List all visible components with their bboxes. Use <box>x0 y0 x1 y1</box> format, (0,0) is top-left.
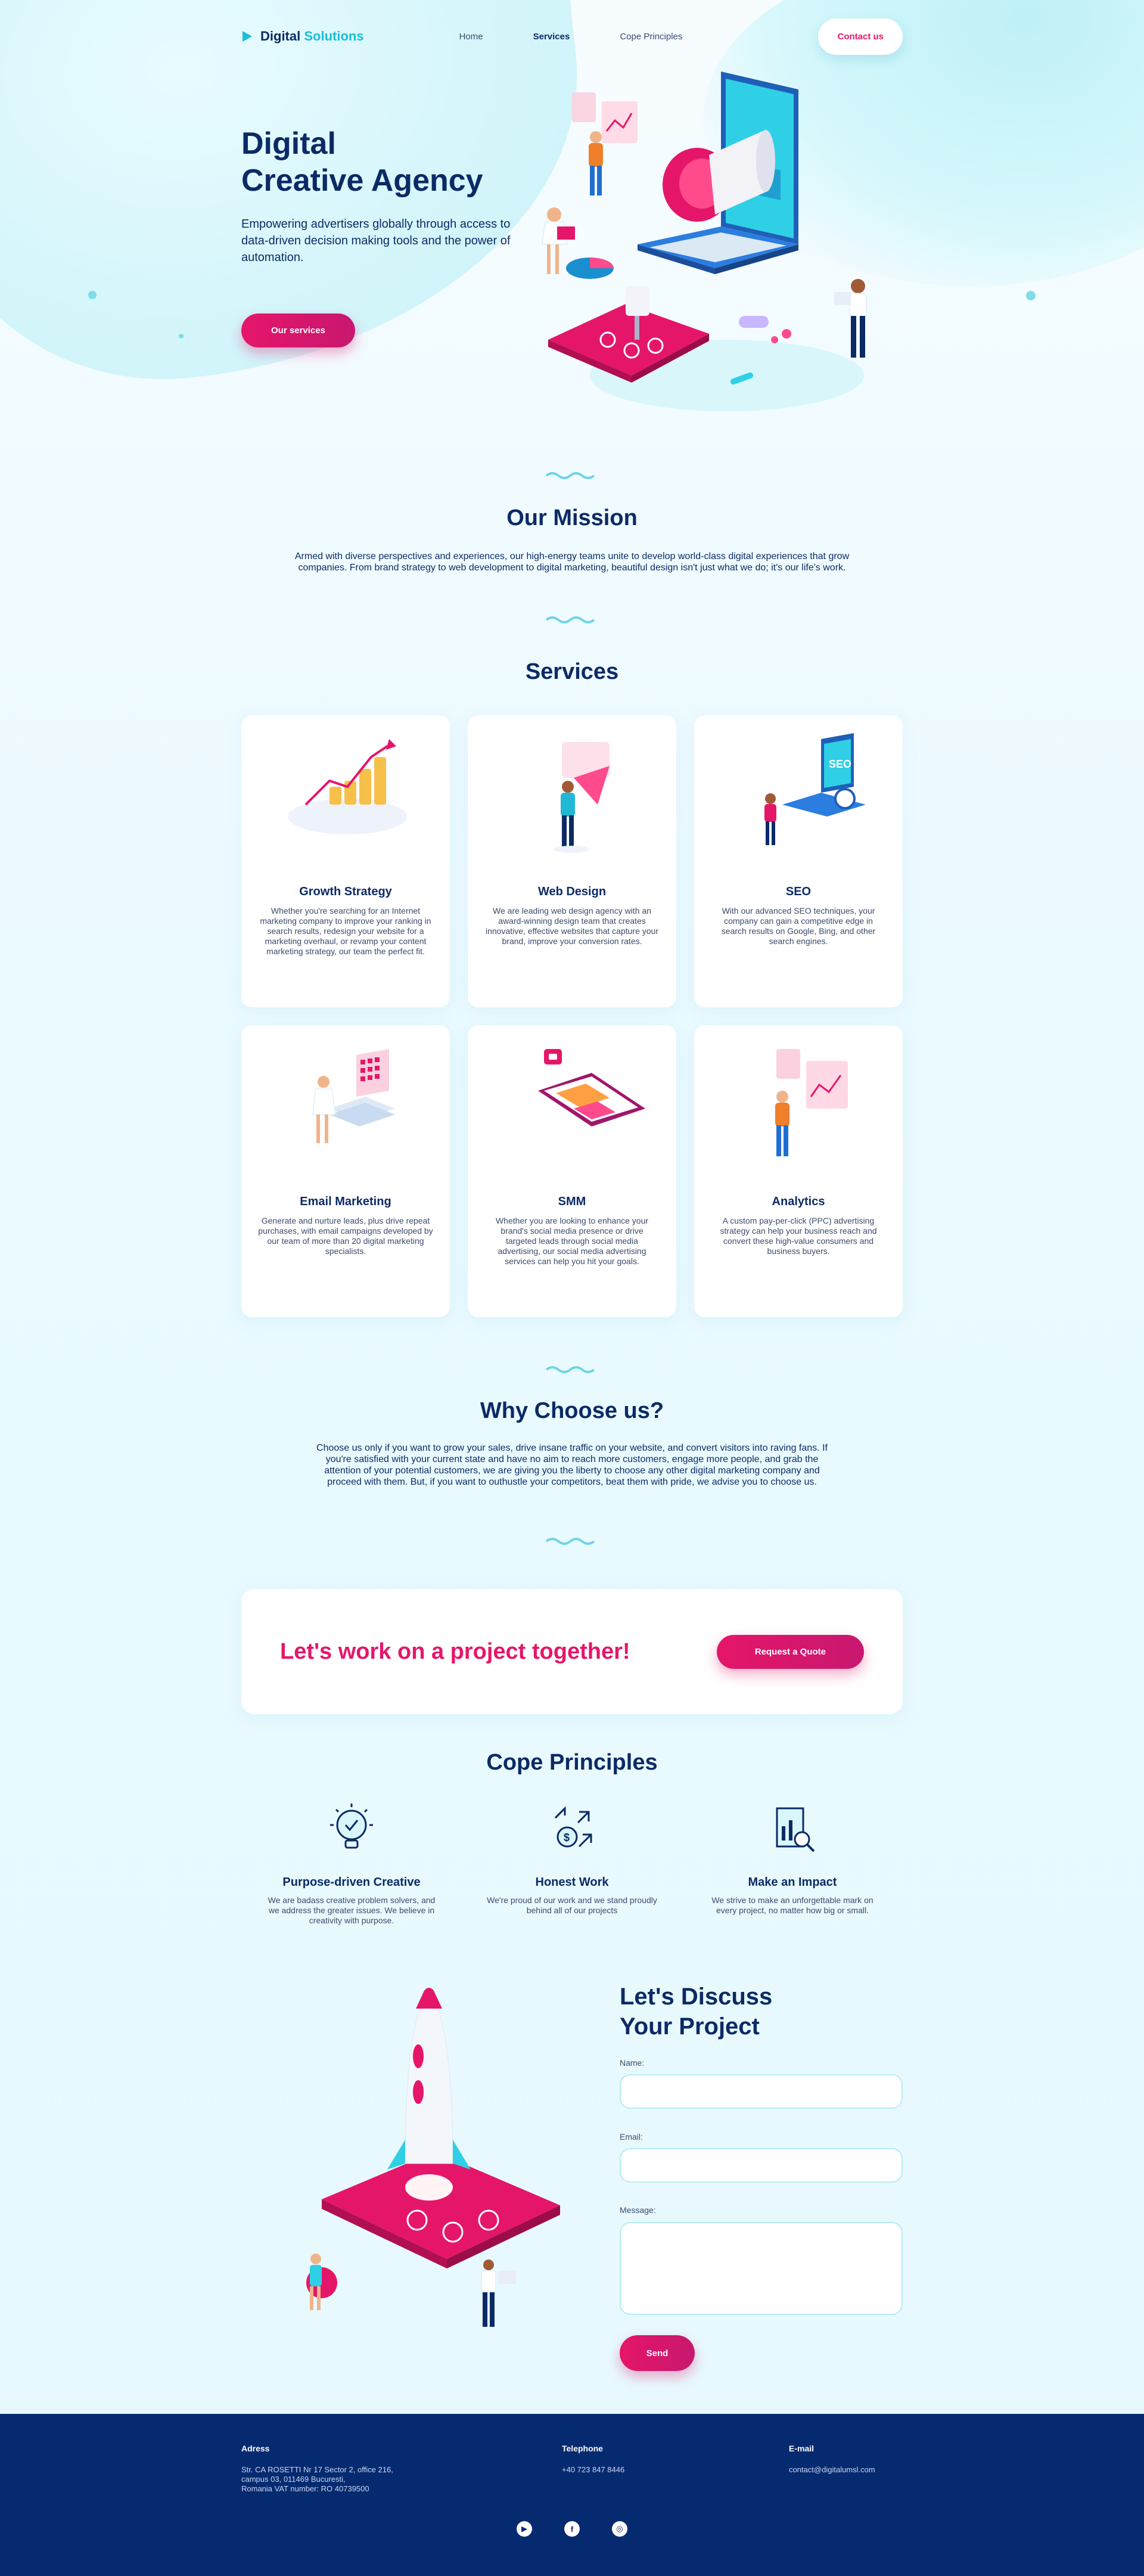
decor-dot <box>179 334 184 339</box>
facebook-icon[interactable]: f <box>564 2521 580 2537</box>
wave-divider <box>545 616 595 623</box>
why-title: Why Choose us? <box>480 1398 664 1423</box>
logo-text: Digital Solutions <box>260 29 364 44</box>
principle-honest-work: $ Honest Work We're proud of our work an… <box>462 1800 682 1926</box>
address-line: Romania VAT number: RO 40739500 <box>241 2484 369 2493</box>
phone-heading: Telephone <box>562 2444 603 2453</box>
principle-purpose-driven: Purpose-driven Creative We are badass cr… <box>241 1800 462 1926</box>
lightbulb-icon <box>330 1804 373 1849</box>
growth-chart-illustration <box>288 739 407 834</box>
hero-title: Digital Creative Agency <box>241 126 483 198</box>
logo[interactable]: Digital Solutions <box>241 29 364 44</box>
email-heading: E-mail <box>789 2444 815 2453</box>
nav-link-home[interactable]: Home <box>459 32 483 42</box>
principles-title: Cope Principles <box>486 1750 658 1775</box>
service-description: Whether you're searching for an Internet… <box>260 906 431 956</box>
nav-link-services[interactable]: Services <box>533 32 570 42</box>
wave-divider <box>545 472 595 479</box>
why-text: Choose us only if you want to grow your … <box>316 1443 828 1487</box>
page: Digital Solutions Home Services Cope Pri… <box>0 0 1144 2576</box>
service-title: Analytics <box>772 1195 825 1208</box>
svg-text:SEO: SEO <box>829 758 851 770</box>
dollar-arrows-icon: $ <box>554 1806 592 1848</box>
principle-text: We strive to make an unforgettable mark … <box>711 1895 873 1915</box>
contact-us-button[interactable]: Contact us <box>818 18 903 55</box>
service-description: Generate and nurture leads, plus drive r… <box>258 1216 433 1256</box>
name-input[interactable] <box>620 2074 903 2109</box>
principle-text: We're proud of our work and we stand pro… <box>487 1895 657 1915</box>
address-heading: Adress <box>241 2444 270 2453</box>
service-title: Web Design <box>537 885 607 898</box>
service-description: We are leading web design agency with an… <box>485 906 658 946</box>
footer-email: E-mail contact@digitalumsl.com <box>789 2444 875 2475</box>
rocket-illustration <box>306 1988 560 2327</box>
phone-link[interactable]: +40 723 847 8446 <box>562 2465 624 2475</box>
nav-menu: Home Services Cope Principles <box>459 32 683 42</box>
footer: Adress Str. CA ROSETTI Nr 17 Sector 2, o… <box>0 2414 1144 2576</box>
hero-text: Digital Creative Agency Empowering advert… <box>241 125 521 347</box>
svg-text:$: $ <box>564 1832 570 1843</box>
footer-address: Adress Str. CA ROSETTI Nr 17 Sector 2, o… <box>241 2444 393 2494</box>
principles-grid: Purpose-driven Creative We are badass cr… <box>241 1800 903 1926</box>
wave-divider <box>545 1366 595 1373</box>
analytics-illustration <box>775 1049 848 1156</box>
quote-headline: Let's work on a project together! <box>280 1638 630 1664</box>
service-card-smm[interactable]: SMM Whether you are looking to enhance y… <box>468 1025 676 1317</box>
service-card-seo[interactable]: SEO SEO With our advanced SEO techniques… <box>694 715 903 1007</box>
contact-title: Let's Discuss Your Project <box>620 1984 773 2040</box>
send-button[interactable]: Send <box>620 2335 695 2371</box>
top-navigation: Digital Solutions Home Services Cope Pri… <box>241 18 903 55</box>
service-description: Whether you are looking to enhance your … <box>495 1216 649 1266</box>
service-description: With our advanced SEO techniques, your c… <box>721 906 876 946</box>
nav-link-cope-principles[interactable]: Cope Principles <box>620 32 682 42</box>
email-input[interactable] <box>620 2148 903 2183</box>
smm-phone-illustration <box>538 1049 645 1126</box>
decor-dot <box>1026 291 1036 300</box>
service-title: SMM <box>558 1195 586 1208</box>
address-line: Str. CA ROSETTI Nr 17 Sector 2, office 2… <box>241 2465 393 2474</box>
hero-illustration <box>542 72 867 411</box>
principle-title: Purpose-driven Creative <box>282 1876 421 1889</box>
principle-text: We are badass creative problem solvers, … <box>268 1895 436 1925</box>
service-description: A custom pay-per-click (PPC) advertising… <box>720 1216 877 1256</box>
email-link[interactable]: contact@digitalumsl.com <box>789 2465 875 2475</box>
our-services-button[interactable]: Our services <box>241 314 355 347</box>
address-line: campus 03, 011469 Bucuresti, <box>241 2475 346 2484</box>
quote-banner: Let's work on a project together! Reques… <box>241 1589 903 1714</box>
services-grid: Growth Strategy Whether you're searching… <box>241 715 903 1317</box>
report-search-icon <box>776 1807 815 1852</box>
request-quote-button[interactable]: Request a Quote <box>716 1634 864 1669</box>
services-title: Services <box>525 659 619 684</box>
email-marketing-illustration <box>312 1049 395 1143</box>
message-label: Message: <box>620 2205 656 2215</box>
email-label: Email: <box>620 2132 643 2142</box>
message-textarea[interactable] <box>620 2222 903 2315</box>
mission-title: Our Mission <box>506 505 638 530</box>
service-title: SEO <box>785 885 812 898</box>
decor-dot <box>88 291 97 299</box>
principle-make-impact: Make an Impact We strive to make an unfo… <box>682 1800 903 1926</box>
principle-title: Make an Impact <box>748 1876 837 1889</box>
wave-divider <box>545 1538 595 1545</box>
youtube-icon[interactable]: ▶ <box>517 2521 532 2537</box>
service-title: Email Marketing <box>300 1195 391 1208</box>
social-links: ▶ f ◎ <box>0 2521 1144 2537</box>
footer-phone: Telephone +40 723 847 8446 <box>562 2444 624 2475</box>
service-card-web-design[interactable]: Web Design We are leading web design age… <box>468 715 676 1007</box>
mission-text: Armed with diverse perspectives and expe… <box>294 551 850 573</box>
hero-subtitle: Empowering advertisers globally through … <box>241 218 511 264</box>
instagram-icon[interactable]: ◎ <box>612 2521 627 2537</box>
service-card-growth-strategy[interactable]: Growth Strategy Whether you're searching… <box>241 715 450 1007</box>
service-card-analytics[interactable]: Analytics A custom pay-per-click (PPC) a… <box>694 1025 903 1317</box>
name-label: Name: <box>620 2058 645 2068</box>
service-card-email-marketing[interactable]: Email Marketing Generate and nurture lea… <box>241 1025 450 1317</box>
web-design-illustration <box>554 742 610 853</box>
hero-section: Digital Solutions Home Services Cope Pri… <box>0 0 1144 453</box>
service-title: Growth Strategy <box>299 885 392 898</box>
principle-title: Honest Work <box>535 1876 609 1889</box>
seo-illustration: SEO <box>764 733 866 845</box>
logo-arrow-icon <box>241 30 254 43</box>
